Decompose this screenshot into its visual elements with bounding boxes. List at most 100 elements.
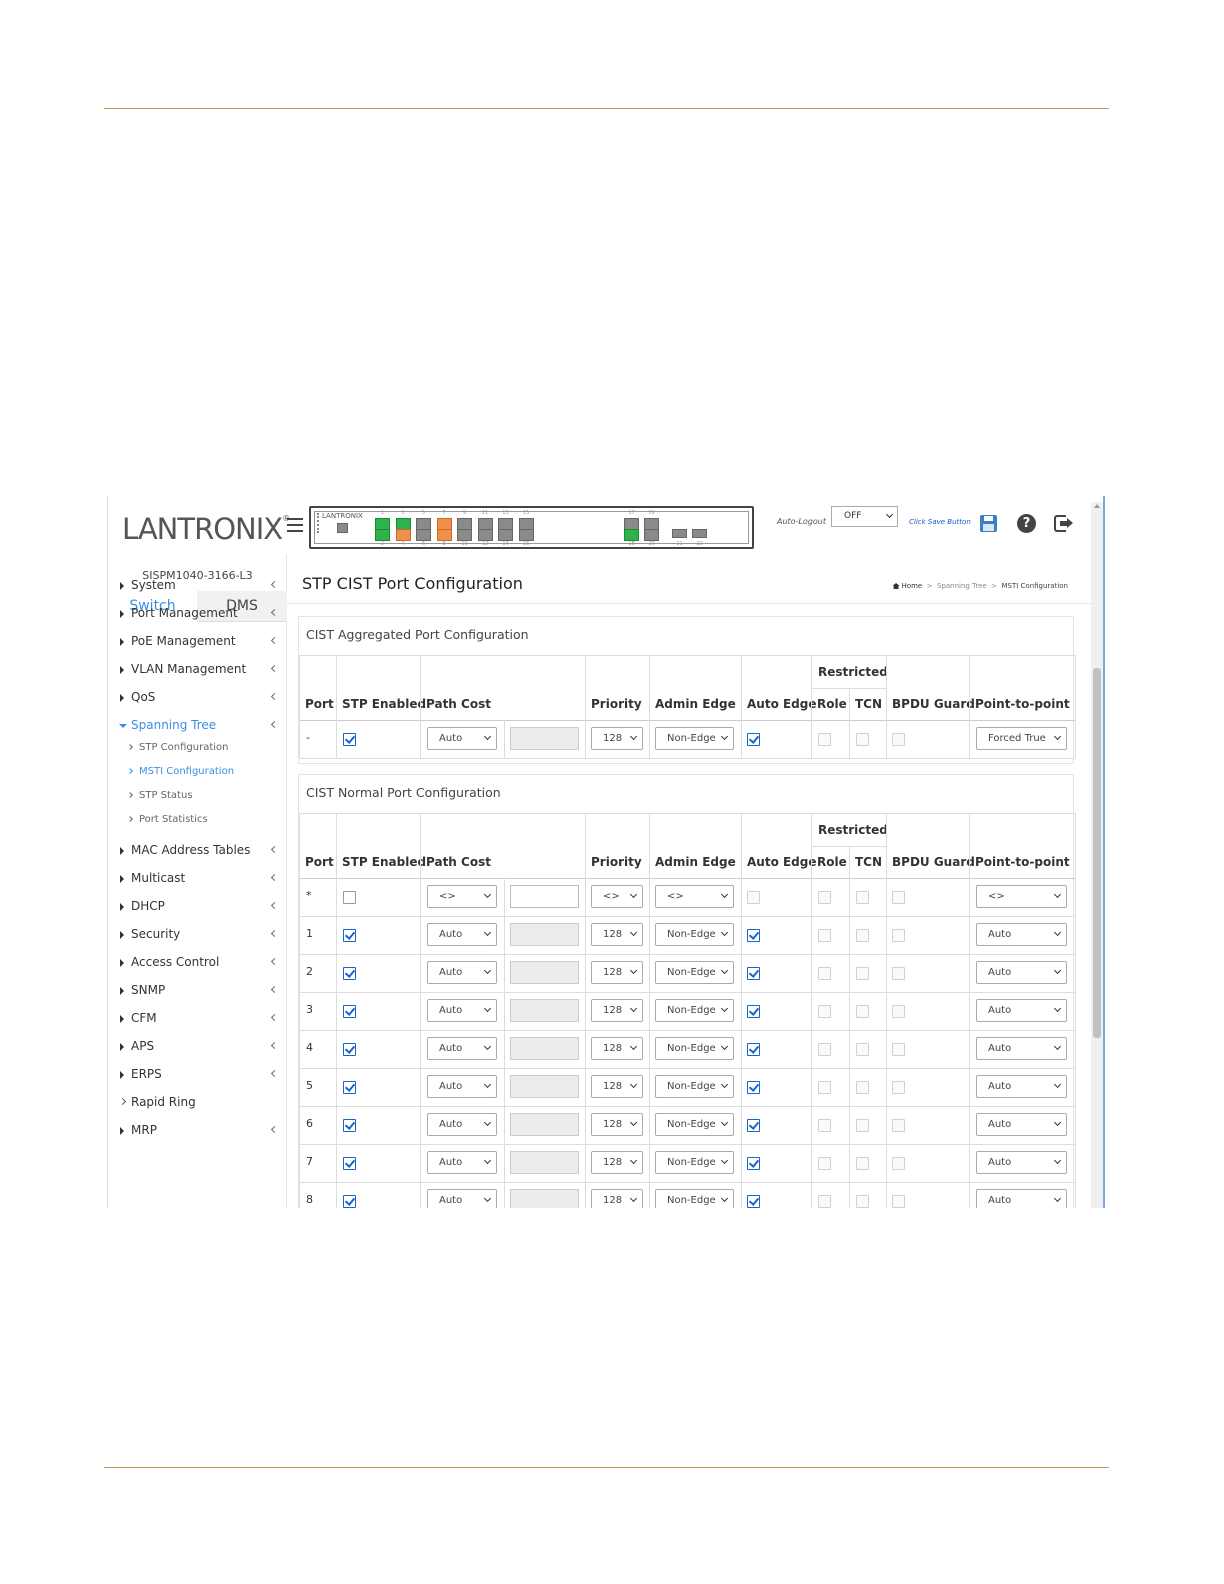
bpdu-guard-checkbox[interactable]: [892, 891, 905, 904]
restricted-tcn-checkbox[interactable]: [856, 967, 869, 980]
restricted-tcn-checkbox[interactable]: [856, 1157, 869, 1170]
admin-edge-select[interactable]: Non-Edge: [655, 1189, 734, 1208]
priority-select[interactable]: 128: [591, 923, 643, 946]
scrollbar-thumb[interactable]: [1093, 668, 1101, 1038]
path-cost-select[interactable]: Auto: [427, 961, 497, 984]
breadcrumb-spanning-tree[interactable]: Spanning Tree: [937, 582, 987, 590]
auto-edge-checkbox[interactable]: [747, 1005, 760, 1018]
vertical-scrollbar[interactable]: [1091, 502, 1103, 1208]
restricted-tcn-checkbox[interactable]: [856, 1119, 869, 1132]
auto-edge-checkbox[interactable]: [747, 929, 760, 942]
restricted-role-checkbox[interactable]: [818, 891, 831, 904]
sidebar-subitem-stp-status[interactable]: STP Status: [108, 790, 287, 806]
restricted-tcn-checkbox[interactable]: [856, 891, 869, 904]
sfp-port-icon[interactable]: [672, 529, 687, 538]
bpdu-guard-checkbox[interactable]: [892, 1081, 905, 1094]
auto-logout-select[interactable]: OFF: [831, 506, 898, 527]
priority-select[interactable]: 128: [591, 1075, 643, 1098]
point-to-point-select[interactable]: Auto: [976, 1037, 1067, 1060]
auto-edge-checkbox[interactable]: [747, 967, 760, 980]
logout-icon[interactable]: [1054, 515, 1073, 532]
auto-edge-checkbox[interactable]: [747, 1157, 760, 1170]
sidebar-item-rapid-ring[interactable]: Rapid Ring: [108, 1095, 287, 1113]
stp-enabled-checkbox[interactable]: [343, 1157, 356, 1170]
bpdu-guard-checkbox[interactable]: [892, 967, 905, 980]
admin-edge-select[interactable]: Non-Edge: [655, 1151, 734, 1174]
auto-edge-checkbox[interactable]: [747, 1119, 760, 1132]
restricted-tcn-checkbox[interactable]: [856, 1081, 869, 1094]
restricted-tcn-checkbox[interactable]: [856, 929, 869, 942]
stp-enabled-checkbox[interactable]: [343, 1195, 356, 1208]
restricted-role-checkbox[interactable]: [818, 967, 831, 980]
stp-enabled-checkbox[interactable]: [343, 967, 356, 980]
auto-edge-checkbox[interactable]: [747, 1081, 760, 1094]
restricted-tcn-checkbox[interactable]: [856, 1195, 869, 1208]
restricted-role-checkbox[interactable]: [818, 1043, 831, 1056]
priority-select[interactable]: 128: [591, 961, 643, 984]
sidebar-item-spanning-tree[interactable]: Spanning Tree: [108, 718, 287, 736]
point-to-point-select[interactable]: Auto: [976, 1075, 1067, 1098]
point-to-point-select[interactable]: Auto: [976, 1189, 1067, 1208]
breadcrumb-home[interactable]: Home: [902, 582, 923, 590]
stp-enabled-checkbox[interactable]: [343, 1005, 356, 1018]
sidebar-item-mac-address-tables[interactable]: MAC Address Tables: [108, 843, 287, 861]
admin-edge-select[interactable]: Non-Edge: [655, 923, 734, 946]
sidebar-item-access-control[interactable]: Access Control: [108, 955, 287, 973]
path-cost-select[interactable]: Auto: [427, 999, 497, 1022]
restricted-role-checkbox[interactable]: [818, 1005, 831, 1018]
stp-enabled-checkbox[interactable]: [343, 733, 356, 746]
sidebar-item-port-management[interactable]: Port Management: [108, 606, 287, 624]
auto-edge-checkbox[interactable]: [747, 1043, 760, 1056]
sfp-port-icon[interactable]: [692, 529, 707, 538]
sfp-port-icon[interactable]: [644, 529, 659, 541]
restricted-tcn-checkbox[interactable]: [856, 1005, 869, 1018]
path-cost-select[interactable]: Auto: [427, 1151, 497, 1174]
sidebar-item-dhcp[interactable]: DHCP: [108, 899, 287, 917]
admin-edge-select[interactable]: <>: [655, 885, 734, 908]
bpdu-guard-checkbox[interactable]: [892, 1043, 905, 1056]
path-cost-select[interactable]: Auto: [427, 1189, 497, 1208]
save-icon[interactable]: [980, 515, 997, 532]
admin-edge-select[interactable]: Non-Edge: [655, 1113, 734, 1136]
port-icon[interactable]: [375, 529, 390, 541]
priority-select[interactable]: <>: [591, 885, 643, 908]
point-to-point-select[interactable]: <>: [976, 885, 1067, 908]
sidebar-subitem-port-statistics[interactable]: Port Statistics: [108, 814, 287, 830]
bpdu-guard-checkbox[interactable]: [892, 1005, 905, 1018]
restricted-tcn-checkbox[interactable]: [856, 733, 869, 746]
priority-select[interactable]: 128: [591, 1189, 643, 1208]
sfp-port-icon[interactable]: [624, 529, 639, 541]
auto-edge-checkbox[interactable]: [747, 733, 760, 746]
path-cost-select[interactable]: Auto: [427, 1075, 497, 1098]
restricted-role-checkbox[interactable]: [818, 1157, 831, 1170]
sidebar-item-qos[interactable]: QoS: [108, 690, 287, 708]
port-icon[interactable]: [477, 529, 493, 541]
port-icon[interactable]: [395, 529, 411, 541]
sidebar-item-vlan-management[interactable]: VLAN Management: [108, 662, 287, 680]
restricted-role-checkbox[interactable]: [818, 733, 831, 746]
restricted-role-checkbox[interactable]: [818, 929, 831, 942]
sidebar-item-multicast[interactable]: Multicast: [108, 871, 287, 889]
path-cost-select[interactable]: <>: [427, 885, 497, 908]
priority-select[interactable]: 128: [591, 727, 643, 750]
point-to-point-select[interactable]: Auto: [976, 1113, 1067, 1136]
restricted-role-checkbox[interactable]: [818, 1119, 831, 1132]
admin-edge-select[interactable]: Non-Edge: [655, 999, 734, 1022]
sidebar-item-system[interactable]: System: [108, 578, 287, 596]
admin-edge-select[interactable]: Non-Edge: [655, 727, 734, 750]
sidebar-item-poe-management[interactable]: PoE Management: [108, 634, 287, 652]
stp-enabled-checkbox[interactable]: [343, 1081, 356, 1094]
stp-enabled-checkbox[interactable]: [343, 929, 356, 942]
point-to-point-select[interactable]: Auto: [976, 999, 1067, 1022]
help-icon[interactable]: ?: [1017, 514, 1036, 533]
sidebar-item-security[interactable]: Security: [108, 927, 287, 945]
hamburger-menu-icon[interactable]: [287, 518, 303, 532]
admin-edge-select[interactable]: Non-Edge: [655, 961, 734, 984]
stp-enabled-checkbox[interactable]: [343, 1043, 356, 1056]
stp-enabled-checkbox[interactable]: [343, 1119, 356, 1132]
point-to-point-select[interactable]: Auto: [976, 923, 1067, 946]
priority-select[interactable]: 128: [591, 1151, 643, 1174]
sidebar-item-erps[interactable]: ERPS: [108, 1067, 287, 1085]
stp-enabled-checkbox[interactable]: [343, 891, 356, 904]
bpdu-guard-checkbox[interactable]: [892, 1157, 905, 1170]
